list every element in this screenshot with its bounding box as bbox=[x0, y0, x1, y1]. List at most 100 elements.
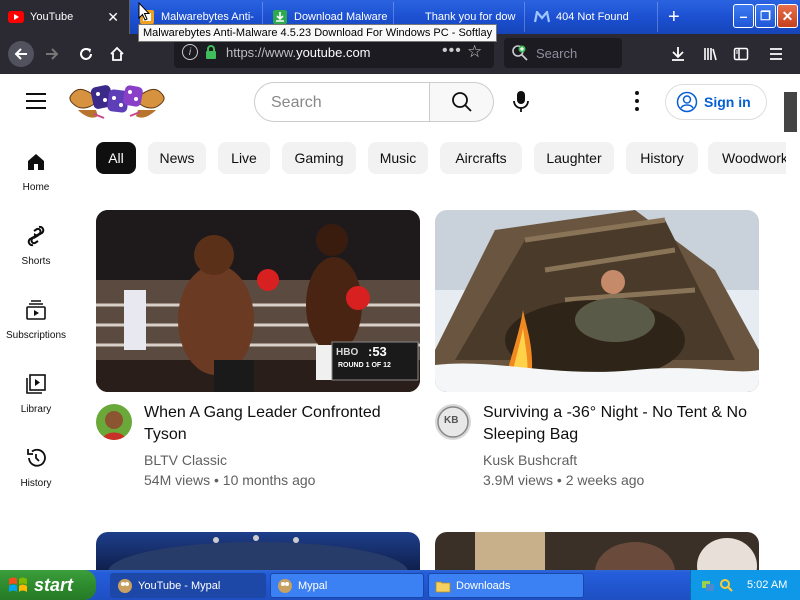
search-icon bbox=[451, 92, 472, 112]
tab-youtube[interactable]: YouTube ✕ bbox=[0, 0, 130, 34]
sidebar-toggle-icon[interactable] bbox=[729, 42, 753, 66]
network-icon[interactable] bbox=[701, 578, 715, 592]
taskbar-button-label: Mypal bbox=[298, 579, 328, 592]
home-icon bbox=[28, 154, 44, 170]
video-meta: 3.9M views • 2 weeks ago bbox=[483, 472, 645, 488]
category-chip-bar: All News Live Gaming Music Aircrafts Lau… bbox=[96, 142, 786, 174]
mypal-icon bbox=[278, 578, 292, 593]
sidebar-item-shorts[interactable]: Shorts bbox=[0, 218, 72, 288]
chip-music[interactable]: Music bbox=[368, 142, 428, 174]
bookmark-star-icon[interactable]: ☆ bbox=[467, 42, 482, 62]
video-thumbnail-partial[interactable] bbox=[96, 532, 420, 570]
search-tray-icon[interactable] bbox=[719, 578, 733, 592]
chip-laughter[interactable]: Laughter bbox=[534, 142, 614, 174]
chip-woodworking[interactable]: Woodworking bbox=[708, 142, 786, 174]
system-tray: 5:02 AM bbox=[690, 570, 800, 600]
chip-live[interactable]: Live bbox=[218, 142, 270, 174]
video-thumbnail[interactable]: HBO :53 ROUND 1 OF 12 bbox=[96, 210, 420, 392]
sign-in-button[interactable]: Sign in bbox=[665, 84, 767, 120]
mypal-icon bbox=[118, 578, 132, 593]
tab-404[interactable]: 404 Not Found bbox=[526, 2, 658, 32]
chip-gaming[interactable]: Gaming bbox=[282, 142, 356, 174]
url-domain: youtube.com bbox=[296, 45, 371, 60]
library-icon bbox=[26, 374, 46, 394]
overlay-round: ROUND 1 OF 12 bbox=[338, 362, 391, 369]
video-title[interactable]: When A Gang Leader Confronted Tyson bbox=[144, 402, 414, 446]
youtube-search-button[interactable] bbox=[430, 82, 494, 122]
sidebar-item-history[interactable]: History bbox=[0, 440, 72, 510]
forward-arrow-icon[interactable] bbox=[40, 42, 64, 66]
settings-more-icon[interactable] bbox=[630, 91, 644, 111]
restore-button[interactable]: ❐ bbox=[755, 4, 776, 28]
chip-history[interactable]: History bbox=[626, 142, 698, 174]
winter-shelter-thumbnail-image bbox=[435, 210, 759, 392]
sidebar-item-label: History bbox=[20, 478, 52, 489]
tab-title: Download Malware bbox=[294, 11, 388, 23]
video-thumbnail[interactable] bbox=[435, 210, 759, 392]
scrollbar-thumb[interactable] bbox=[784, 92, 797, 132]
youtube-search-input[interactable]: Search bbox=[254, 82, 430, 122]
account-circle-icon bbox=[676, 91, 698, 113]
subscriptions-icon bbox=[26, 300, 46, 320]
sidebar-item-label: Library bbox=[20, 404, 52, 415]
taskbar-button-mypal[interactable]: Mypal bbox=[270, 573, 424, 598]
taskbar-button-youtube-mypal[interactable]: YouTube - Mypal bbox=[110, 573, 266, 598]
youtube-icon bbox=[8, 9, 24, 25]
history-icon bbox=[27, 448, 46, 467]
minimize-button[interactable]: – bbox=[733, 4, 754, 28]
video-meta: 54M views • 10 months ago bbox=[144, 472, 316, 488]
close-tab-icon[interactable]: ✕ bbox=[107, 9, 119, 26]
video-thumbnail-partial[interactable] bbox=[435, 532, 759, 570]
library-icon[interactable] bbox=[699, 42, 723, 66]
tab-title: YouTube bbox=[30, 11, 74, 23]
overlay-brand: HBO bbox=[336, 347, 359, 358]
start-label: start bbox=[34, 574, 74, 595]
guide-menu-icon[interactable] bbox=[26, 93, 46, 109]
sidebar-item-label: Home bbox=[22, 182, 50, 193]
video-title[interactable]: Surviving a -36° Night - No Tent & No Sl… bbox=[483, 402, 753, 446]
lock-icon[interactable] bbox=[205, 45, 217, 59]
channel-avatar[interactable] bbox=[96, 404, 132, 440]
url-text[interactable]: https://www.youtube.com bbox=[226, 45, 371, 60]
browser-search-field[interactable]: Search bbox=[504, 38, 622, 68]
url-prefix: https://www. bbox=[226, 45, 297, 60]
page-actions-icon[interactable]: ••• bbox=[442, 42, 462, 60]
channel-name[interactable]: Kusk Bushcraft bbox=[483, 452, 577, 468]
chip-news[interactable]: News bbox=[148, 142, 206, 174]
tab-title: Malwarebytes Anti- bbox=[161, 11, 254, 23]
close-window-button[interactable]: ✕ bbox=[777, 4, 798, 28]
chip-all[interactable]: All bbox=[96, 142, 136, 174]
reload-icon[interactable] bbox=[74, 42, 98, 66]
chip-aircrafts[interactable]: Aircrafts bbox=[440, 142, 522, 174]
channel-name[interactable]: BLTV Classic bbox=[144, 452, 227, 468]
info-icon[interactable]: i bbox=[182, 44, 198, 60]
back-arrow-icon[interactable] bbox=[8, 41, 34, 67]
mouse-cursor-icon bbox=[138, 2, 150, 21]
m-icon bbox=[534, 9, 550, 25]
channel-avatar[interactable]: KB bbox=[435, 404, 471, 440]
taskbar: start YouTube - Mypal Mypal Downloads 5:… bbox=[0, 570, 800, 600]
microphone-icon[interactable] bbox=[510, 90, 532, 114]
sidebar-item-subscriptions[interactable]: Subscriptions bbox=[0, 292, 72, 362]
sidebar-item-home[interactable]: Home bbox=[0, 144, 72, 214]
home-icon[interactable] bbox=[105, 42, 129, 66]
clock[interactable]: 5:02 AM bbox=[747, 579, 787, 591]
sidebar-item-library[interactable]: Library bbox=[0, 366, 72, 436]
menu-icon[interactable] bbox=[764, 42, 788, 66]
channel-avatar-text: KB bbox=[444, 415, 459, 426]
overlay-time: :53 bbox=[368, 344, 387, 359]
tab-tooltip: Malwarebytes Anti-Malware 4.5.23 Downloa… bbox=[138, 24, 498, 42]
windows-flag-icon bbox=[9, 577, 27, 592]
url-bar[interactable]: i https://www.youtube.com ••• ☆ bbox=[174, 38, 494, 68]
taskbar-button-downloads[interactable]: Downloads bbox=[428, 573, 584, 598]
downloads-icon[interactable] bbox=[666, 42, 690, 66]
browser-search-placeholder: Search bbox=[536, 46, 578, 61]
youtube-page: Search Sign in Home Shorts Subscriptions… bbox=[0, 74, 800, 570]
sign-in-label: Sign in bbox=[704, 94, 751, 110]
youtube-doodle-logo[interactable] bbox=[68, 80, 166, 126]
new-tab-button[interactable]: + bbox=[659, 2, 693, 32]
start-button[interactable]: start bbox=[0, 570, 96, 600]
taskbar-button-label: YouTube - Mypal bbox=[138, 579, 221, 592]
tab-title: Thank you for dow bbox=[425, 11, 516, 23]
folder-icon bbox=[435, 581, 451, 592]
